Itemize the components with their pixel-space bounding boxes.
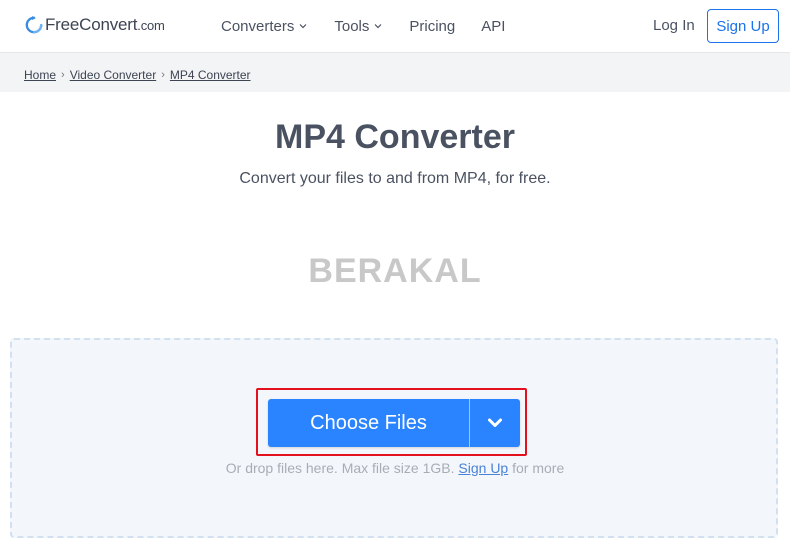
chevron-down-icon	[488, 418, 502, 427]
drop-hint-signup-link[interactable]: Sign Up	[458, 460, 508, 476]
page-subtitle: Convert your files to and from MP4, for …	[239, 170, 551, 187]
signup-button[interactable]: Sign Up	[707, 9, 779, 43]
nav-pricing[interactable]: Pricing	[409, 18, 455, 35]
breadcrumb-mp4-converter[interactable]: MP4 Converter	[170, 68, 251, 82]
chevron-down-icon	[374, 24, 382, 29]
breadcrumb-separator: ›	[161, 69, 165, 81]
logo-suffix: .com	[137, 18, 165, 33]
nav-converters-label: Converters	[221, 17, 295, 35]
nav-tools[interactable]: Tools	[334, 18, 383, 35]
drop-hint: Or drop files here. Max file size 1GB. S…	[0, 460, 790, 476]
page-title: MP4 Converter	[275, 118, 515, 156]
choose-files-button[interactable]: Choose Files	[268, 399, 469, 447]
breadcrumb-video-converter[interactable]: Video Converter	[70, 68, 157, 82]
breadcrumb: Home › Video Converter › MP4 Converter	[24, 68, 251, 82]
logo-text: FreeConvert.com	[45, 15, 165, 35]
nav-tools-label: Tools	[334, 17, 370, 35]
nav-api-label: API	[481, 17, 506, 35]
choose-files-group: Choose Files	[268, 399, 520, 447]
top-header: FreeConvert.com Converters Tools Pricing…	[0, 0, 790, 53]
login-link[interactable]: Log In	[653, 0, 695, 52]
drop-hint-suffix: for more	[512, 460, 565, 476]
logo-icon	[25, 16, 43, 34]
breadcrumb-separator: ›	[61, 69, 65, 81]
watermark-text: BERAKAL	[308, 252, 482, 290]
chevron-down-icon	[299, 24, 307, 29]
breadcrumb-home[interactable]: Home	[24, 68, 56, 82]
nav-converters[interactable]: Converters	[221, 18, 308, 35]
breadcrumb-bar: Home › Video Converter › MP4 Converter	[0, 53, 790, 92]
nav-api[interactable]: API	[481, 18, 505, 35]
site-logo[interactable]: FreeConvert.com	[25, 13, 165, 37]
drop-hint-text: Or drop files here. Max file size 1GB.	[225, 460, 455, 476]
nav-pricing-label: Pricing	[409, 17, 456, 35]
logo-name: FreeConvert	[45, 15, 138, 34]
main-nav: Converters Tools Pricing API	[221, 0, 531, 52]
upload-source-dropdown[interactable]	[470, 399, 520, 447]
